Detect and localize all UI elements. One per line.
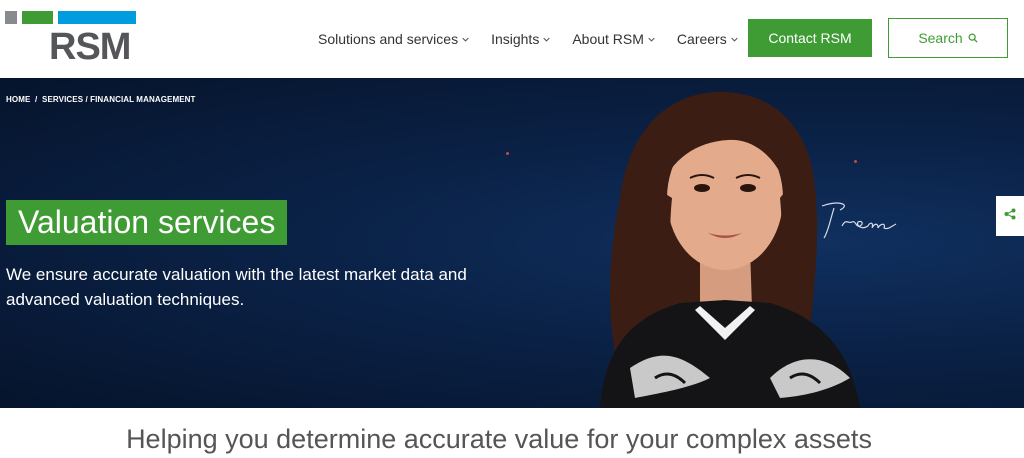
decorative-dot [506, 152, 509, 155]
nav-item-label: About RSM [572, 31, 644, 47]
breadcrumb-current: FINANCIAL MANAGEMENT [90, 95, 196, 104]
chevron-down-icon [543, 36, 550, 43]
rsm-logo[interactable]: RSM [5, 11, 137, 69]
logo-wordmark: RSM [49, 26, 131, 68]
contact-rsm-button[interactable]: Contact RSM [748, 19, 872, 57]
nav-item-label: Insights [491, 31, 540, 47]
logo-blue-bar [58, 11, 136, 24]
search-icon [968, 33, 978, 43]
nav-item-about[interactable]: About RSM [572, 24, 655, 54]
site-header: RSM Solutions and services Insights Abou… [0, 0, 1024, 78]
breadcrumb: HOME / SERVICES / FINANCIAL MANAGEMENT [6, 95, 196, 104]
section-heading: Helping you determine accurate value for… [126, 424, 872, 454]
hero-title-box: Valuation services [6, 200, 288, 245]
search-button-label: Search [918, 30, 963, 46]
main-nav: Solutions and services Insights About RS… [318, 0, 760, 78]
logo-gray-bar [5, 11, 17, 24]
chevron-down-icon [731, 36, 738, 43]
nav-item-solutions[interactable]: Solutions and services [318, 24, 469, 54]
search-button[interactable]: Search [888, 18, 1008, 58]
share-button[interactable] [996, 196, 1024, 236]
breadcrumb-separator: / [83, 95, 91, 104]
breadcrumb-separator: / [30, 95, 43, 104]
chevron-down-icon [648, 36, 655, 43]
hero-description: We ensure accurate valuation with the la… [6, 265, 467, 309]
breadcrumb-home[interactable]: HOME [6, 95, 30, 104]
nav-item-insights[interactable]: Insights [491, 24, 550, 54]
nav-item-label: Solutions and services [318, 31, 459, 47]
logo-green-bar [22, 11, 53, 24]
page-title: Valuation services [18, 204, 276, 240]
signature-image [821, 202, 897, 239]
nav-item-careers[interactable]: Careers [677, 24, 738, 54]
nav-item-label: Careers [676, 31, 727, 47]
hero-banner: HOME / SERVICES / FINANCIAL MANAGEMENT V… [0, 78, 1024, 408]
chevron-down-icon [462, 36, 469, 43]
share-icon [1004, 207, 1016, 225]
breadcrumb-services[interactable]: SERVICES [42, 95, 83, 104]
